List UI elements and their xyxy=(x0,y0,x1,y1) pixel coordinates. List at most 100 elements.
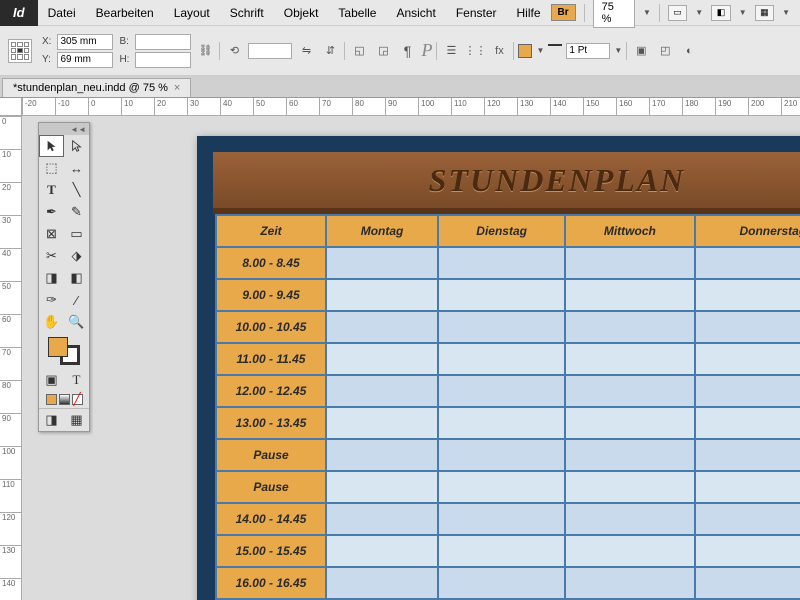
stroke-dropdown-icon[interactable]: ▼ xyxy=(614,46,622,55)
table-row[interactable]: 14.00 - 14.45 xyxy=(216,503,800,535)
eyedropper-tool[interactable]: ⁄ xyxy=(64,289,89,311)
document-tab[interactable]: *stundenplan_neu.indd @ 75 % × xyxy=(2,78,191,97)
view-mode-icon[interactable]: ▭ xyxy=(668,5,687,21)
table-row[interactable]: Pause xyxy=(216,439,800,471)
table-header[interactable]: Zeit xyxy=(216,215,326,247)
view-dropdown-icon[interactable]: ▼ xyxy=(695,8,703,17)
flip-v-icon[interactable]: ⇵ xyxy=(320,42,340,60)
schedule-cell[interactable] xyxy=(695,311,800,343)
schedule-cell[interactable] xyxy=(326,503,438,535)
stroke-weight-input[interactable] xyxy=(566,43,610,59)
schedule-cell[interactable] xyxy=(438,535,565,567)
select-container-icon[interactable]: ◱ xyxy=(349,42,369,60)
bridge-button[interactable]: Br xyxy=(551,4,576,21)
rectangle-tool[interactable]: ▭ xyxy=(64,223,89,245)
effects-icon[interactable]: fx xyxy=(489,42,509,60)
zoom-dropdown-icon[interactable]: ▼ xyxy=(643,8,651,17)
timetable[interactable]: ZeitMontagDienstagMittwochDonnerstagF 8.… xyxy=(215,214,800,600)
screen-mode-icon[interactable]: ◧ xyxy=(711,5,730,21)
schedule-cell[interactable] xyxy=(695,439,800,471)
schedule-cell[interactable] xyxy=(695,375,800,407)
pen-tool[interactable]: ✒ xyxy=(39,201,64,223)
menu-objekt[interactable]: Objekt xyxy=(274,6,329,20)
schedule-cell[interactable] xyxy=(438,375,565,407)
table-row[interactable]: 16.00 - 16.45 xyxy=(216,567,800,599)
schedule-cell[interactable] xyxy=(565,343,694,375)
schedule-cell[interactable] xyxy=(438,247,565,279)
schedule-cell[interactable] xyxy=(326,247,438,279)
table-row[interactable]: 8.00 - 8.45 xyxy=(216,247,800,279)
time-cell[interactable]: 16.00 - 16.45 xyxy=(216,567,326,599)
align-icon[interactable]: ☰ xyxy=(441,42,461,60)
schedule-cell[interactable] xyxy=(438,407,565,439)
schedule-cell[interactable] xyxy=(565,407,694,439)
menu-tabelle[interactable]: Tabelle xyxy=(328,6,386,20)
direct-selection-tool[interactable] xyxy=(64,135,89,157)
table-row[interactable]: 10.00 - 10.45 xyxy=(216,311,800,343)
page-tool[interactable]: ⬚ xyxy=(39,157,64,179)
schedule-cell[interactable] xyxy=(326,343,438,375)
pencil-tool[interactable]: ✎ xyxy=(64,201,89,223)
menu-schrift[interactable]: Schrift xyxy=(220,6,274,20)
x-input[interactable] xyxy=(57,34,113,50)
fill-swatch[interactable] xyxy=(48,337,68,357)
table-header[interactable]: Dienstag xyxy=(438,215,565,247)
schedule-cell[interactable] xyxy=(565,567,694,599)
table-row[interactable]: 11.00 - 11.45 xyxy=(216,343,800,375)
schedule-cell[interactable] xyxy=(695,535,800,567)
gradient-swatch-tool[interactable]: ◨ xyxy=(39,267,64,289)
hand-tool[interactable]: ✋ xyxy=(39,311,64,333)
zoom-tool[interactable]: 🔍 xyxy=(64,311,89,333)
fill-color-swatch[interactable] xyxy=(518,44,532,58)
ruler-origin[interactable] xyxy=(0,98,22,116)
select-content-icon[interactable]: ◲ xyxy=(373,42,393,60)
type-tool[interactable]: T xyxy=(39,179,64,201)
document-canvas[interactable]: ◄◄ ⬚ ↔ T ╲ ✒ ✎ ⊠ ▭ ✂ ⬗ ◨ ◧ ✑ ⁄ ✋ 🔍 xyxy=(22,116,800,600)
time-cell[interactable]: 9.00 - 9.45 xyxy=(216,279,326,311)
character-icon[interactable]: ¶ xyxy=(397,42,417,60)
panel-collapse-icon[interactable]: ◄◄ xyxy=(39,123,89,135)
time-cell[interactable]: Pause xyxy=(216,471,326,503)
document-page[interactable]: STUNDENPLAN ZeitMontagDienstagMittwochDo… xyxy=(197,136,800,600)
tab-close-icon[interactable]: × xyxy=(174,82,180,94)
rectangle-frame-tool[interactable]: ⊠ xyxy=(39,223,64,245)
schedule-cell[interactable] xyxy=(326,407,438,439)
schedule-cell[interactable] xyxy=(695,503,800,535)
text-wrap-icon[interactable]: ▣ xyxy=(631,42,651,60)
schedule-cell[interactable] xyxy=(565,311,694,343)
schedule-cell[interactable] xyxy=(695,279,800,311)
time-cell[interactable]: 13.00 - 13.45 xyxy=(216,407,326,439)
time-cell[interactable]: Pause xyxy=(216,439,326,471)
free-transform-tool[interactable]: ⬗ xyxy=(64,245,89,267)
schedule-cell[interactable] xyxy=(326,567,438,599)
reference-point[interactable] xyxy=(8,39,32,63)
schedule-cell[interactable] xyxy=(695,471,800,503)
schedule-cell[interactable] xyxy=(565,279,694,311)
fill-dropdown-icon[interactable]: ▼ xyxy=(536,46,544,55)
transparency-icon[interactable]: ◐ xyxy=(679,42,699,60)
schedule-cell[interactable] xyxy=(326,375,438,407)
stroke-style-swatch[interactable] xyxy=(548,44,562,58)
zoom-level[interactable]: 75 % xyxy=(593,0,635,28)
schedule-cell[interactable] xyxy=(438,439,565,471)
apply-color-icon[interactable] xyxy=(46,394,57,405)
time-cell[interactable]: 8.00 - 8.45 xyxy=(216,247,326,279)
schedule-cell[interactable] xyxy=(438,279,565,311)
schedule-cell[interactable] xyxy=(695,407,800,439)
formatting-container-icon[interactable]: ▣ xyxy=(39,369,64,391)
table-header[interactable]: Mittwoch xyxy=(565,215,694,247)
table-row[interactable]: 9.00 - 9.45 xyxy=(216,279,800,311)
schedule-cell[interactable] xyxy=(565,471,694,503)
schedule-cell[interactable] xyxy=(695,567,800,599)
y-input[interactable] xyxy=(57,52,113,68)
time-cell[interactable]: 11.00 - 11.45 xyxy=(216,343,326,375)
schedule-cell[interactable] xyxy=(326,279,438,311)
schedule-cell[interactable] xyxy=(565,439,694,471)
schedule-cell[interactable] xyxy=(438,567,565,599)
time-cell[interactable]: 10.00 - 10.45 xyxy=(216,311,326,343)
menu-hilfe[interactable]: Hilfe xyxy=(507,6,551,20)
time-cell[interactable]: 14.00 - 14.45 xyxy=(216,503,326,535)
fill-stroke-control[interactable] xyxy=(39,333,89,369)
screen-dropdown-icon[interactable]: ▼ xyxy=(739,8,747,17)
apply-none-icon[interactable]: ╱ xyxy=(72,394,83,405)
